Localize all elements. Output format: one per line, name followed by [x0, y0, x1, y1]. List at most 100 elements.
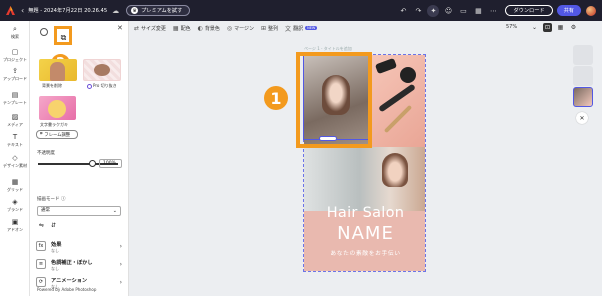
adjustments-item[interactable]: ≡ 色調補正・ぼかし なし › — [36, 257, 124, 273]
rail-item-label: メディア — [7, 122, 23, 127]
layers-icon[interactable] — [40, 28, 48, 36]
frame-adjust-label: フレーム調整 — [44, 132, 71, 138]
effects-item[interactable]: fx 効果 なし › — [36, 239, 124, 255]
adjustments-icon: ≡ — [36, 259, 46, 269]
user-collab-icon[interactable]: ☺ — [442, 5, 454, 17]
adjustments-subtitle: なし — [51, 266, 59, 271]
rail-item[interactable]: ◈ ブランド — [0, 198, 30, 213]
try-premium-button[interactable]: ♛ プレミアムを試す — [126, 5, 191, 16]
salon-interior-photo[interactable] — [304, 147, 425, 211]
blend-mode-value: 通常 — [41, 208, 50, 213]
design-tagline-text[interactable]: あなたの素敵をお手伝い — [304, 248, 425, 257]
rail-item-icon: T — [12, 133, 18, 141]
rail-item-icon: ▢ — [11, 48, 19, 56]
canvas-toolbar-icon: ▦ — [172, 24, 179, 32]
rail-item-icon: ◈ — [12, 198, 18, 206]
callout-highlight-box-2 — [54, 26, 72, 45]
blend-mode-select[interactable]: 通常 ⌄ — [37, 206, 121, 216]
opacity-input[interactable]: 100% — [99, 159, 122, 168]
cutout-label: Pro 切り抜き — [87, 83, 117, 89]
effects-subtitle: なし — [51, 248, 59, 253]
frame-adjust-button[interactable]: ⌗ フレーム調整 — [36, 130, 78, 139]
rail-item[interactable]: ▤ テンプレート — [0, 91, 30, 106]
canvas-toolbar-label: 翻訳 — [293, 25, 304, 32]
canvas-toolbar-icon: ◎ — [226, 24, 233, 32]
rail-item-label: テンプレート — [3, 100, 27, 105]
share-button[interactable]: 共有 — [556, 5, 581, 16]
cloud-sync-icon: ☁ — [112, 6, 120, 15]
grid-view-icon[interactable]: ▦ — [556, 23, 565, 32]
chevron-down-icon[interactable]: ⌄ — [530, 23, 539, 32]
rail-item[interactable]: ⇪ アップロード — [0, 67, 30, 82]
rail-item[interactable]: ▦ グリッド — [0, 178, 30, 193]
effects-title: 効果 — [51, 242, 62, 248]
rail-item[interactable]: ▢ プロジェクト — [0, 48, 30, 63]
page-thumbnail[interactable] — [573, 66, 593, 86]
canvas-toolbar-item[interactable]: ◐ 背景色 — [198, 25, 220, 32]
canvas-toolbar-item[interactable]: ▦ 配色 — [173, 25, 191, 32]
design-name-text[interactable]: NAME — [304, 223, 425, 244]
more-icon[interactable]: ⋯ — [487, 5, 499, 17]
user-avatar[interactable] — [586, 5, 596, 16]
pro-badge-icon — [87, 83, 92, 89]
image-properties-panel: ⧉ 2 ✕ 背景を削除 Pro 切り抜き 文字書ラクガキ ⌗ フレーム調整 不透… — [30, 21, 129, 296]
hair-clip-shape — [400, 67, 416, 83]
top-bar-actions: ↶ ↷ ✦ ☺ ▭ ▦ ⋯ ダウンロード 共有 — [394, 0, 602, 21]
settings-icon[interactable]: ⚙ — [569, 23, 578, 32]
canvas-toolbar-label: 配色 — [180, 25, 191, 32]
rail-item[interactable]: ▣ アドオン — [0, 218, 30, 233]
animate-text-thumb[interactable] — [39, 96, 76, 120]
top-bar: ‹ 無題 - 2024年7月22日 20.26.45 ☁ ♛ プレミアムを試す … — [0, 0, 602, 21]
rail-item-label: 検索 — [11, 34, 19, 39]
back-chevron-icon[interactable]: ‹ — [21, 6, 24, 15]
page-thumbnail-current[interactable] — [573, 87, 593, 107]
rail-item-label: デザイン素材 — [3, 163, 27, 168]
flip-vertical-icon[interactable]: ⇵ — [51, 222, 56, 229]
canvas-toolbar-label: 背景色 — [204, 25, 220, 32]
canvas-toolbar-item[interactable]: ◎ マージン — [227, 25, 254, 32]
canvas-toolbar-item[interactable]: ⇄ サイズ変更 — [134, 25, 166, 32]
lightbulb-icon[interactable]: ✦ — [427, 4, 440, 17]
canvas-toolbar-icon: ⊞ — [261, 24, 267, 32]
callout-highlight-box-1 — [296, 52, 372, 148]
rail-item[interactable]: ⌕ 検索 — [0, 25, 30, 40]
rail-item-icon: ▤ — [11, 91, 19, 99]
animate-text-label: 文字書ラクガキ — [40, 122, 68, 127]
close-icon[interactable]: ✕ — [117, 24, 123, 32]
adobe-express-logo[interactable] — [6, 6, 15, 15]
new-badge: NEW — [305, 26, 318, 30]
design-hair-salon-text[interactable]: Hair Salon — [304, 205, 425, 221]
callout-number-1: 1 — [264, 86, 288, 110]
rail-item[interactable]: ◇ デザイン素材 — [0, 154, 30, 169]
chevron-right-icon: › — [119, 243, 122, 250]
close-icon[interactable]: ✕ — [576, 112, 588, 124]
rail-item-icon: ▦ — [11, 178, 19, 186]
flip-horizontal-icon[interactable]: ⇋ — [39, 222, 44, 229]
canvas-toolbar-item[interactable]: 文翻訳 NEW — [285, 24, 318, 33]
undo-icon[interactable]: ↶ — [397, 5, 409, 17]
info-icon[interactable]: ⓘ — [61, 197, 66, 202]
crown-icon: ♛ — [131, 7, 139, 14]
rail-item-icon: ⌕ — [13, 25, 17, 33]
download-button[interactable]: ダウンロード — [505, 5, 553, 16]
animation-icon: ⟳ — [36, 277, 46, 287]
opacity-slider-knob[interactable] — [89, 160, 96, 167]
zoom-level[interactable]: 57% — [506, 24, 517, 30]
remove-background-label: 背景を削除 — [42, 83, 62, 88]
adjustments-title: 色調補正・ぼかし — [51, 260, 93, 266]
rail-item[interactable]: ▨ メディア — [0, 113, 30, 128]
page-thumbnail[interactable] — [573, 45, 593, 65]
canvas-toolbar-item[interactable]: ⊞ 整列 — [261, 25, 278, 32]
chevron-down-icon: ⌄ — [112, 208, 117, 214]
fit-page-icon[interactable]: ⊡ — [543, 23, 552, 32]
rail-item[interactable]: T テキスト — [0, 133, 30, 148]
redo-icon[interactable]: ↷ — [412, 5, 424, 17]
remove-background-thumb[interactable] — [39, 59, 77, 81]
canvas-toolbar-label: サイズ変更 — [141, 25, 166, 32]
animation-title: アニメーション — [51, 278, 88, 284]
schedule-icon[interactable]: ▦ — [472, 5, 484, 17]
document-title[interactable]: 無題 - 2024年7月22日 20.26.45 — [28, 7, 107, 14]
cutout-thumb[interactable] — [83, 59, 121, 81]
canvas-view-controls: ⌄ ⊡ ▦ ⚙ — [530, 23, 578, 32]
comment-icon[interactable]: ▭ — [457, 5, 469, 17]
